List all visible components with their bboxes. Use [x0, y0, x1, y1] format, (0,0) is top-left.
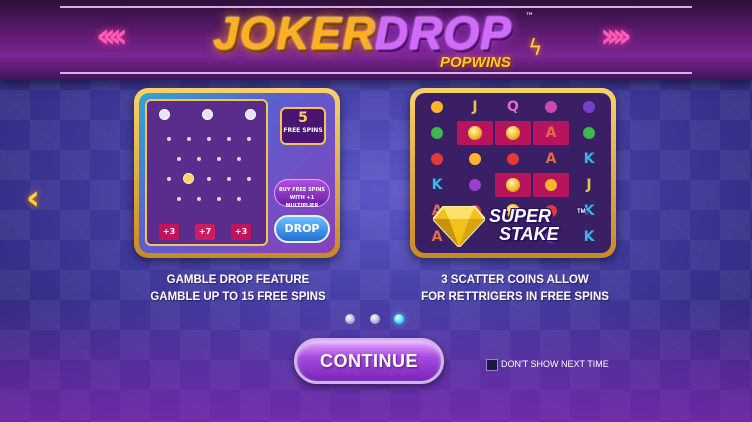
chevrons-left-icon: ‹‹‹‹ — [96, 16, 128, 56]
reel-cell — [495, 121, 531, 145]
reel-cell — [457, 147, 493, 171]
reel-cell: Q — [507, 99, 519, 115]
scatter-coin-icon — [506, 178, 520, 192]
scatter-coin-icon — [506, 126, 520, 140]
logo-trademark: ™ — [525, 12, 534, 22]
reel-cell: J — [472, 99, 478, 115]
header-bottom-line — [60, 72, 692, 74]
chevrons-right-icon: ›››› — [600, 16, 632, 56]
reel-cell — [533, 95, 569, 119]
reel-grid-screen: J Q A A K K J A K A K SUPER STAKE TM — [415, 93, 611, 253]
watermelon-icon — [583, 127, 595, 139]
logo-drop: DROP — [375, 7, 512, 59]
super-stake-word2: STAKE — [499, 224, 559, 244]
reel-cell — [495, 147, 531, 171]
peg — [197, 197, 201, 201]
peg — [197, 157, 201, 161]
logo-popwins: POPWINS — [440, 54, 511, 71]
prize-slot: +3 — [231, 224, 251, 240]
continue-button[interactable]: CONTINUE — [294, 338, 444, 384]
cherry-icon — [431, 153, 443, 165]
launcher-icon — [159, 109, 170, 120]
diamond-gem-icon — [433, 206, 485, 247]
grapes-icon — [469, 179, 481, 191]
gamble-drop-preview: +3 +7 +3 5 FREE SPINS BUY FREE SPINS WIT… — [134, 88, 340, 258]
peg — [227, 177, 231, 181]
peg — [187, 137, 191, 141]
reel-cell: A — [545, 151, 557, 167]
drop-board: +3 +7 +3 — [145, 99, 268, 246]
peg — [177, 197, 181, 201]
dont-show-checkbox[interactable] — [486, 359, 498, 371]
reel-cell: K — [583, 151, 595, 167]
reel-cell: K — [431, 177, 443, 193]
prize-slot: +3 — [159, 224, 179, 240]
peg — [247, 137, 251, 141]
caption-line: GAMBLE UP TO 15 FREE SPINS — [150, 291, 326, 303]
cherry-icon — [507, 153, 519, 165]
previous-page-arrow-icon[interactable]: ‹ — [20, 180, 46, 216]
lightning-icon: ϟ — [528, 36, 543, 61]
peg — [247, 177, 251, 181]
orange-icon — [469, 153, 481, 165]
logo-joker: JOKER — [213, 7, 377, 59]
reel-cell — [457, 173, 493, 197]
reel-cell — [495, 173, 531, 197]
free-spins-count: 5 — [298, 110, 308, 126]
reel-cell — [419, 121, 455, 145]
watermelon-icon — [431, 127, 443, 139]
orange-icon — [545, 179, 557, 191]
reel-cell: K — [583, 229, 595, 245]
peg — [217, 197, 221, 201]
super-stake-trademark: TM — [577, 209, 586, 215]
reel-cell — [419, 147, 455, 171]
plum-icon — [545, 101, 557, 113]
buy-free-spins-button: BUY FREE SPINS WITH +1 MULTIPLIER — [274, 179, 330, 209]
scatter-coins-caption: 3 SCATTER COINS ALLOW FOR RETTRIGERS IN … — [395, 272, 635, 306]
super-stake-word1: SUPER — [489, 206, 552, 226]
peg — [167, 137, 171, 141]
super-stake-logo: SUPER STAKE TM — [489, 206, 586, 244]
launcher-icon — [202, 109, 213, 120]
reel-cell — [533, 173, 569, 197]
peg — [207, 137, 211, 141]
peg — [167, 177, 171, 181]
page-dot-2[interactable] — [370, 314, 380, 324]
reel-cell: A — [533, 121, 569, 145]
plum-icon — [583, 101, 595, 113]
caption-line: FOR RETTRIGERS IN FREE SPINS — [421, 291, 609, 303]
page-dot-1[interactable] — [345, 314, 355, 324]
scatter-coin-icon — [468, 126, 482, 140]
peg — [217, 157, 221, 161]
peg — [227, 137, 231, 141]
drop-button-preview: DROP — [274, 215, 330, 243]
peg — [207, 177, 211, 181]
caption-line: GAMBLE DROP FEATURE — [166, 274, 310, 286]
peg — [237, 197, 241, 201]
launcher-icon — [245, 109, 256, 120]
gamble-drop-screen: +3 +7 +3 5 FREE SPINS BUY FREE SPINS WIT… — [139, 93, 335, 253]
reel-cell — [571, 95, 607, 119]
drop-ball-icon — [183, 173, 194, 184]
reel-cell — [571, 121, 607, 145]
page-dot-3-active[interactable] — [394, 314, 404, 324]
caption-line: 3 SCATTER COINS ALLOW — [441, 274, 589, 286]
dont-show-label[interactable]: DON'T SHOW NEXT TIME — [501, 358, 609, 370]
super-stake-preview: J Q A A K K J A K A K SUPER STAKE TM — [410, 88, 616, 258]
reel-cell — [457, 121, 493, 145]
prize-slot: +7 — [195, 224, 215, 240]
free-spins-counter: 5 FREE SPINS — [280, 107, 326, 145]
reel-cell: J — [586, 177, 592, 193]
orange-icon — [431, 101, 443, 113]
reel-cell — [419, 95, 455, 119]
header-banner: ‹‹‹‹ ›››› JOKER DROP ™ ϟ POPWINS — [0, 0, 752, 80]
free-spins-label: FREE SPINS — [283, 127, 323, 134]
peg — [177, 157, 181, 161]
gamble-drop-caption: GAMBLE DROP FEATURE GAMBLE UP TO 15 FREE… — [128, 272, 348, 306]
peg — [237, 157, 241, 161]
